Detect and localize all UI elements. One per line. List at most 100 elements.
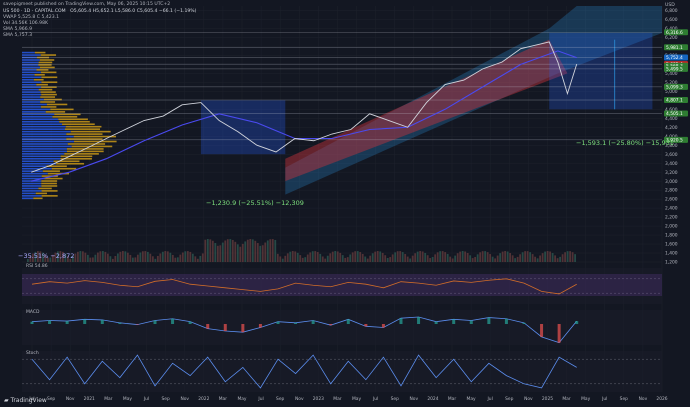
volume-bar — [301, 257, 304, 262]
volume-bar — [96, 252, 99, 262]
macd-hist-bar — [65, 321, 69, 324]
volume-bar — [261, 245, 264, 262]
volume-profile-bar — [22, 133, 67, 135]
volume-profile-bar — [22, 160, 54, 163]
volume-bar — [86, 254, 89, 262]
volume-bar — [211, 240, 214, 262]
volume-bar — [76, 251, 79, 262]
volume-profile-bar — [22, 78, 34, 81]
volume-bar — [324, 258, 327, 262]
volume-profile-bar — [41, 93, 57, 96]
volume-profile-bar — [66, 133, 103, 135]
volume-profile-bar — [22, 108, 51, 111]
volume-bar — [156, 255, 159, 262]
volume-bar — [186, 251, 189, 262]
volume-bar — [466, 252, 469, 262]
volume-bar — [556, 258, 559, 262]
macd-label[interactable]: MACD — [26, 310, 40, 315]
volume-profile-bar — [22, 83, 37, 86]
x-tick-label: Nov — [410, 396, 419, 402]
volume-bar — [74, 253, 77, 262]
volume-bar — [311, 251, 314, 262]
volume-bar — [259, 245, 262, 262]
volume-bar — [394, 252, 397, 262]
chart-header-author: savepigmeet published on TradingView.com… — [3, 2, 173, 8]
volume-profile-bar — [41, 190, 58, 192]
volume-bar — [569, 251, 572, 262]
x-tick-label: Jul — [143, 396, 149, 402]
volume-bar — [246, 239, 249, 262]
volume-bar — [244, 241, 247, 262]
volume-bar — [134, 257, 137, 262]
volume-profile-bar — [40, 91, 56, 93]
volume-bar — [446, 254, 449, 262]
volume-bar — [139, 252, 142, 262]
volume-bar — [416, 251, 419, 262]
macd-hist-bar — [522, 322, 526, 324]
x-tick-label: Jul — [487, 396, 493, 402]
volume-profile-bar — [22, 101, 41, 103]
volume-bar — [234, 241, 237, 262]
volume-bar — [349, 254, 352, 262]
volume-bar — [314, 251, 317, 262]
volume-profile-bar — [22, 64, 39, 66]
chart-canvas[interactable]: 1,200 1,400 1,600 1,800 2,000 2,200 2,400 2,600… — [0, 0, 690, 407]
volume-bar — [284, 255, 287, 262]
volume-profile-bar — [22, 103, 47, 106]
volume-bar — [376, 251, 379, 262]
price-tag-label: 5,981.1 — [666, 45, 683, 51]
indicator-sma-2[interactable]: SMA 5,757.3 — [3, 33, 35, 39]
volume-profile-bar — [22, 61, 39, 64]
x-tick-label: 2026 — [656, 396, 667, 402]
volume-profile-bar — [40, 106, 57, 108]
volume-bar — [119, 251, 122, 262]
volume-bar — [399, 251, 402, 262]
volume-bar — [236, 244, 239, 262]
volume-bar — [104, 251, 107, 262]
volume-profile-bar — [22, 158, 61, 160]
measurement-2025: −1,593.1 (−25.80%) −15,931 — [576, 139, 674, 147]
volume-bar — [489, 254, 492, 262]
rsi-band — [22, 274, 662, 296]
measure-box-2025 — [549, 32, 653, 110]
x-tick-label: 2021 — [84, 396, 95, 402]
volume-bar — [434, 254, 437, 262]
volume-profile-bar — [22, 91, 41, 93]
volume-profile-bar — [22, 187, 39, 190]
macd-hist-bar — [434, 321, 438, 324]
macd-hist-bar — [469, 320, 473, 324]
tradingview-logo[interactable]: ▰ TradingView — [4, 397, 47, 404]
volume-profile-bar — [39, 59, 55, 61]
stoch-label[interactable]: Stoch — [26, 351, 39, 356]
volume-bar — [449, 256, 452, 262]
volume-bar — [216, 245, 219, 262]
macd-hist-bar — [276, 321, 280, 324]
volume-bar — [546, 251, 549, 262]
volume-bar — [514, 258, 517, 262]
volume-profile-bar — [62, 123, 95, 126]
macd-hist-bar — [153, 320, 157, 324]
volume-bar — [251, 239, 254, 262]
x-tick-label: 2023 — [313, 396, 324, 402]
volume-profile-bar — [22, 120, 60, 123]
volume-profile-bar — [42, 170, 60, 172]
volume-bar — [441, 251, 444, 262]
volume-profile-bar — [22, 51, 35, 54]
measurement-2022: −1,230.9 (−25.51%) −12,309 — [206, 199, 304, 207]
macd-hist-bar — [258, 324, 262, 328]
volume-bar — [126, 252, 129, 262]
volume-profile-bar — [65, 125, 102, 128]
vol-text: Vol 34.56K 106.98K — [3, 21, 49, 26]
y-tick-label: 6,800 — [665, 8, 678, 14]
macd-hist-bar — [30, 321, 34, 324]
volume-profile-bar — [22, 71, 41, 74]
volume-profile-bar — [41, 76, 58, 79]
volume-bar — [111, 258, 114, 262]
volume-profile-bar — [51, 167, 77, 170]
macd-hist-bar — [294, 322, 298, 324]
rsi-label[interactable]: RSI 54.86 — [26, 264, 48, 269]
volume-bar — [204, 239, 207, 262]
ohlc-text: O5,605.4 H5,652.1 L5,586.0 C5,605.4 −66.… — [70, 9, 197, 14]
volume-profile-bar — [64, 153, 99, 155]
volume-bar — [336, 251, 339, 262]
